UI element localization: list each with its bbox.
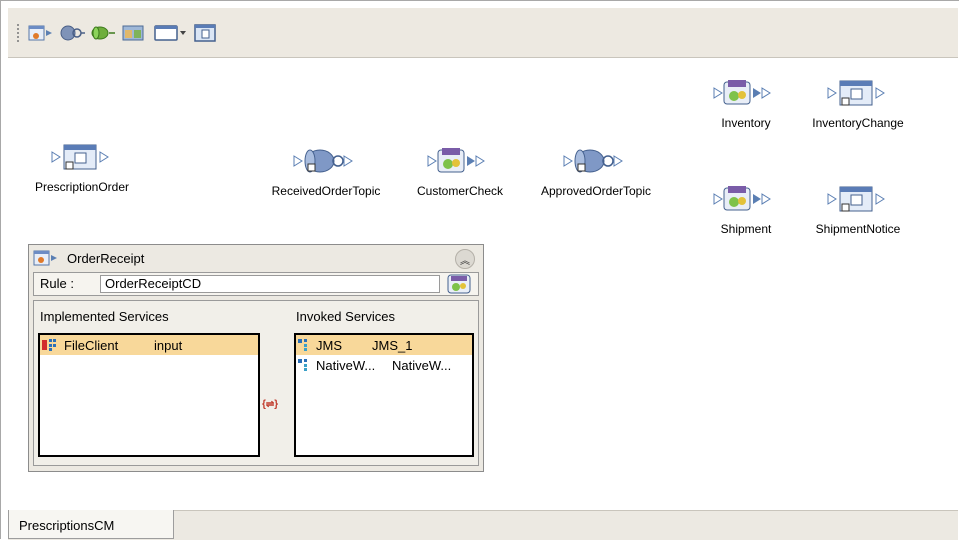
add-service-icon[interactable] bbox=[28, 23, 54, 43]
topic-icon bbox=[293, 149, 353, 173]
toolbar bbox=[8, 8, 958, 58]
service-name: JMS bbox=[316, 337, 342, 353]
java-service-icon bbox=[713, 80, 771, 105]
panel-title: OrderReceipt bbox=[67, 250, 145, 266]
add-file-icon[interactable] bbox=[194, 23, 216, 43]
chevron-down-icon[interactable] bbox=[180, 31, 186, 35]
double-chevron-up-icon: ︽ bbox=[460, 255, 470, 267]
list-item[interactable]: FileClient input bbox=[40, 335, 258, 355]
service-value: input bbox=[154, 337, 183, 353]
list-item[interactable]: JMS JMS_1 bbox=[296, 335, 472, 355]
node-approved-order-topic[interactable]: ApprovedOrderTopic bbox=[516, 146, 676, 198]
file-service-icon bbox=[827, 186, 885, 212]
toolbar-grip[interactable] bbox=[16, 23, 20, 43]
collapse-button[interactable]: ︽ bbox=[455, 249, 475, 269]
topic-icon bbox=[563, 149, 623, 173]
service-name: FileClient bbox=[64, 337, 119, 353]
node-label: ShipmentNotice bbox=[815, 222, 901, 236]
rule-row: Rule : OrderReceiptCD bbox=[33, 272, 479, 296]
node-label: ApprovedOrderTopic bbox=[540, 184, 652, 198]
add-topic-icon[interactable] bbox=[90, 23, 116, 43]
list-item[interactable]: NativeW... NativeW... bbox=[296, 355, 472, 375]
rule-label: Rule : bbox=[40, 276, 74, 291]
panel-header: OrderReceipt bbox=[33, 249, 144, 267]
node-label: PrescriptionOrder bbox=[34, 180, 130, 194]
node-inventory-change[interactable]: InventoryChange bbox=[778, 78, 938, 130]
service-value: JMS_1 bbox=[372, 337, 413, 353]
link-icon[interactable]: {⇌} bbox=[262, 399, 278, 410]
add-table-icon[interactable] bbox=[122, 23, 144, 43]
native-endpoint-icon bbox=[298, 359, 307, 371]
java-service-icon bbox=[713, 186, 771, 211]
services-area: Implemented Services Invoked Services Fi… bbox=[33, 300, 479, 466]
tab-prescriptions-cm[interactable]: PrescriptionsCM bbox=[8, 510, 174, 539]
file-service-icon bbox=[827, 80, 885, 106]
node-shipment-notice[interactable]: ShipmentNotice bbox=[778, 184, 938, 236]
tab-label: PrescriptionsCM bbox=[19, 518, 115, 533]
implemented-services-list[interactable]: FileClient input bbox=[38, 333, 260, 457]
rule-field[interactable]: OrderReceiptCD bbox=[100, 275, 440, 293]
order-receipt-panel[interactable]: OrderReceipt ︽ Rule : OrderReceiptCD Imp… bbox=[28, 244, 484, 472]
invoked-services-header: Invoked Services bbox=[296, 309, 395, 324]
service-name: NativeW... bbox=[316, 357, 376, 373]
node-prescription-order[interactable]: PrescriptionOrder bbox=[2, 142, 162, 194]
implemented-services-header: Implemented Services bbox=[40, 309, 169, 324]
service-endpoint-icon bbox=[42, 339, 56, 351]
java-rule-icon[interactable] bbox=[446, 274, 472, 294]
add-window-dropdown-icon[interactable] bbox=[154, 23, 186, 43]
file-service-icon bbox=[51, 144, 109, 170]
node-label: InventoryChange bbox=[812, 116, 904, 130]
service-icon bbox=[33, 250, 57, 266]
java-service-icon bbox=[427, 148, 485, 173]
add-gear-service-icon[interactable] bbox=[60, 23, 86, 43]
invoked-services-list[interactable]: JMS JMS_1 NativeW... NativeW... bbox=[294, 333, 474, 457]
service-value: NativeW... bbox=[392, 357, 452, 373]
jms-endpoint-icon bbox=[298, 339, 307, 351]
